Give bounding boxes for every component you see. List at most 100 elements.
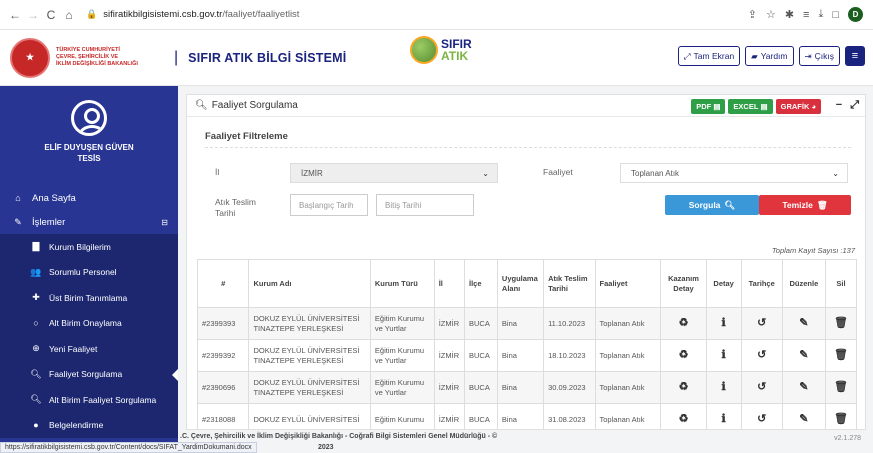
col-tarihce[interactable]: Tarihçe <box>740 259 783 308</box>
cell-faaliyet: Toplanan Atık <box>594 339 662 372</box>
col-uygulama-alani[interactable]: Uygulama Alanı <box>496 259 545 308</box>
recycle-icon[interactable]: ♻ <box>679 349 689 361</box>
pencil-icon[interactable]: ✎ <box>799 349 808 361</box>
sidebar-item-yeni-faaliyet[interactable]: ⊕ Yeni Faaliyet <box>0 336 178 362</box>
il-value: İZMİR <box>301 168 323 178</box>
recycle-icon[interactable]: ♻ <box>679 413 689 425</box>
app-header: ★ TÜRKİYE CUMHURİYETİ ÇEVRE, ŞEHİRCİLİK … <box>0 30 873 86</box>
info-icon[interactable]: ℹ <box>722 349 726 361</box>
fullscreen-button[interactable]: ⤢ Tam Ekran <box>677 46 741 66</box>
table-row: #2399392 DOKUZ EYLÜL ÜNİVERSİTESİ TINAZTE… <box>196 339 857 372</box>
user-role: TESİS <box>77 154 101 163</box>
reload-icon[interactable]: C <box>42 8 60 22</box>
share-icon[interactable]: ⇪ <box>748 8 757 21</box>
user-panel: ELİF DUYUŞEN GÜVEN TESİS <box>0 86 178 186</box>
logout-button[interactable]: ⇥ Çıkış <box>798 46 840 66</box>
trash-icon[interactable]: 🗑 <box>834 349 848 361</box>
star-icon[interactable]: ☆ <box>766 8 776 21</box>
users-icon: 👥 <box>30 266 42 277</box>
maximize-icon[interactable]: ⤢ <box>850 99 859 112</box>
history-icon[interactable]: ↺ <box>757 317 766 329</box>
hamburger-menu-icon[interactable]: ≡ <box>845 46 865 66</box>
pencil-icon[interactable]: ✎ <box>799 317 808 329</box>
col-detay[interactable]: Detay <box>705 259 742 308</box>
kurum-adi-line-1: DOKUZ EYLÜL ÜNİVERSİTESİ <box>253 377 360 387</box>
cell-kurum-adi: DOKUZ EYLÜL ÜNİVERSİTESİ TINAZTEPE YERLEŞ… <box>248 371 371 404</box>
sidebar-item-belgelendirme[interactable]: ● Belgelendirme <box>0 413 178 439</box>
cell-id: #2399393 <box>196 307 250 340</box>
cell-id: #2399392 <box>196 339 250 372</box>
info-icon[interactable]: ℹ <box>722 381 726 393</box>
cell-il: İZMİR <box>433 371 465 404</box>
forward-icon[interactable]: → <box>24 8 42 22</box>
trash-icon[interactable]: 🗑 <box>834 381 848 393</box>
col-duzenle[interactable]: Düzenle <box>781 259 827 308</box>
sidebar-item-alt-birim-onay[interactable]: ○ Alt Birim Onaylama <box>0 311 178 337</box>
graph-label: GRAFİK <box>780 102 810 111</box>
pencil-icon[interactable]: ✎ <box>799 413 808 425</box>
col-kurum-turu[interactable]: Kurum Türü <box>369 259 435 308</box>
history-icon[interactable]: ↺ <box>757 349 766 361</box>
trash-icon[interactable]: 🗑 <box>834 317 848 329</box>
address-bar[interactable]: 🔒 sifiratikbilgisistemi.csb.gov.tr/faali… <box>86 9 748 20</box>
pdf-export-button[interactable]: PDF ▤ <box>691 99 726 114</box>
col-sil[interactable]: Sil <box>825 259 857 308</box>
col-id[interactable]: # <box>196 259 250 308</box>
extensions-icon[interactable]: ✱ <box>785 8 794 21</box>
faaliyet-select[interactable]: Toplanan Atık ⌄ <box>620 163 848 183</box>
history-icon[interactable]: ↺ <box>757 413 766 425</box>
col-faaliyet[interactable]: Faaliyet <box>594 259 662 308</box>
reading-list-icon[interactable]: ≡ <box>803 9 809 21</box>
kurum-adi-line-2: TINAZTEPE YERLEŞKESİ <box>253 387 344 397</box>
ministry-line-2: ÇEVRE, ŞEHİRCİLİK VE <box>56 54 119 60</box>
col-ilce[interactable]: İlçe <box>463 259 498 308</box>
logout-label: Çıkış <box>814 51 834 61</box>
lock-icon: 🔒 <box>86 9 98 19</box>
collapse-icon[interactable]: ⊟ <box>161 218 168 227</box>
info-icon[interactable]: ℹ <box>722 317 726 329</box>
help-button[interactable]: ▰ Yardım <box>745 46 794 66</box>
il-select[interactable]: İZMİR ⌄ <box>290 163 498 183</box>
recycle-icon[interactable]: ♻ <box>679 381 689 393</box>
home-icon[interactable]: ⌂ <box>60 8 78 22</box>
col-kurum-adi[interactable]: Kurum Adı <box>248 259 371 308</box>
sidepanel-icon[interactable]: □ <box>832 9 839 21</box>
download-icon[interactable]: ⤓ <box>818 8 823 21</box>
cell-faaliyet: Toplanan Atık <box>594 403 662 429</box>
back-icon[interactable]: ← <box>6 8 24 22</box>
kurum-adi-line-2: TINAZTEPE YERLEŞKESİ <box>253 323 344 333</box>
cell-tarihce: ↺ <box>740 371 783 404</box>
end-date-input[interactable]: Bitiş Tarihi <box>376 194 474 216</box>
start-date-input[interactable]: Başlangıç Tarih <box>290 194 368 216</box>
history-icon[interactable]: ↺ <box>757 381 766 393</box>
recycle-icon[interactable]: ♻ <box>679 317 689 329</box>
sidebar-item-alt-birim-faaliyet[interactable]: 🔍︎ Alt Birim Faaliyet Sorgulama <box>0 387 178 413</box>
excel-export-button[interactable]: EXCEL ▤ <box>728 99 773 114</box>
pencil-icon[interactable]: ✎ <box>799 381 808 393</box>
sidebar-item-label: Kurum Bilgilerim <box>49 241 111 252</box>
minimize-icon[interactable]: − <box>836 99 842 112</box>
sidebar-item-faaliyet-sorgulama[interactable]: 🔍︎ Faaliyet Sorgulama <box>0 362 178 388</box>
info-icon[interactable]: ℹ <box>722 413 726 425</box>
cell-detay: ℹ <box>705 403 742 429</box>
sidebar-item-sorumlu-personel[interactable]: 👥 Sorumlu Personel <box>0 260 178 286</box>
sidebar-item-operations[interactable]: ✎ İşlemler ⊟ <box>0 210 178 234</box>
sidebar-item-kurum-bilgilerim[interactable]: ▇ Kurum Bilgilerim <box>0 234 178 260</box>
sidebar-item-home[interactable]: ⌂ Ana Sayfa <box>0 186 178 210</box>
filter-title: Faaliyet Filtreleme <box>205 131 288 142</box>
profile-avatar[interactable]: D <box>848 7 863 22</box>
sidebar-item-ust-birim[interactable]: ✚ Üst Birim Tanımlama <box>0 285 178 311</box>
col-kazanim-detay[interactable]: Kazanım Detay <box>660 259 707 308</box>
col-teslim-tarihi[interactable]: Atık Teslim Tarihi <box>543 259 596 308</box>
kurum-adi-line-1: DOKUZ EYLÜL ÜNİVERSİTESİ <box>253 313 360 323</box>
user-name: ELİF DUYUŞEN GÜVEN <box>44 143 134 152</box>
clear-button[interactable]: Temizle 🗑 <box>759 195 851 215</box>
date-label-line-1: Atık Teslim <box>215 197 256 207</box>
trash-icon[interactable]: 🗑 <box>834 413 848 425</box>
graph-button[interactable]: GRAFİK ◕ <box>775 99 821 114</box>
cell-sil: 🗑 <box>825 339 857 372</box>
cell-detay: ℹ <box>705 371 742 404</box>
sidebar-item-label: Yeni Faaliyet <box>49 343 98 354</box>
col-il[interactable]: İl <box>433 259 465 308</box>
query-button[interactable]: Sorgula 🔍︎ <box>665 195 759 215</box>
